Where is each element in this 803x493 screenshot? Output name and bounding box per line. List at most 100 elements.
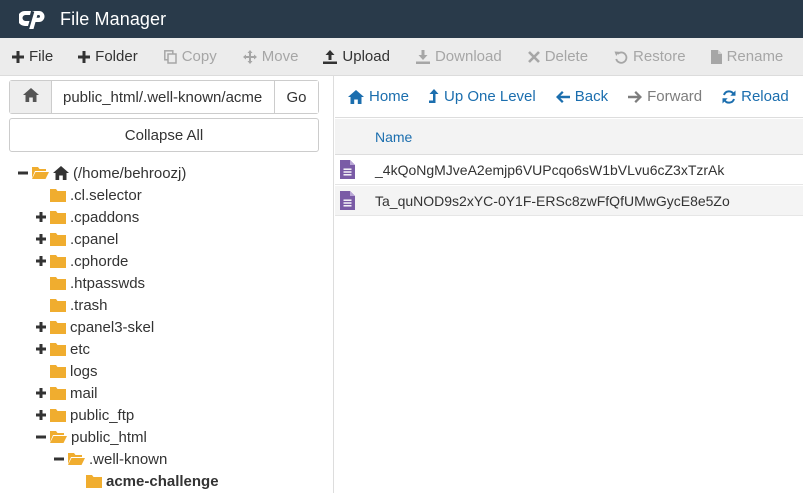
forward-button[interactable]: Forward xyxy=(628,88,702,105)
folder-icon xyxy=(50,232,66,246)
tree-item-root[interactable]: (/home/behroozj) xyxy=(17,162,186,184)
tree-item-cphorde[interactable]: .cphorde xyxy=(35,250,128,272)
download-label: Download xyxy=(434,48,502,65)
tree-item-label: (/home/behroozj) xyxy=(73,164,187,182)
file-text-icon xyxy=(340,191,355,215)
move-label: Move xyxy=(261,48,299,65)
rename-button[interactable]: Rename xyxy=(710,38,784,75)
copy-label: Copy xyxy=(181,48,217,65)
app-title: File Manager xyxy=(60,8,167,29)
upload-icon xyxy=(323,49,338,64)
folder-icon xyxy=(50,342,66,356)
delete-button[interactable]: Delete xyxy=(527,38,589,75)
folder-icon xyxy=(50,210,66,224)
copy-icon xyxy=(163,49,177,64)
tree-item-label: .well-known xyxy=(89,450,168,468)
tree-item-cpaddons[interactable]: .cpaddons xyxy=(35,206,139,228)
folder-icon xyxy=(50,364,66,378)
folder-icon xyxy=(86,474,102,488)
level-up-icon xyxy=(429,88,439,105)
tree-item-label: mail xyxy=(70,384,98,402)
tree-item-label: .htpasswds xyxy=(70,274,146,292)
download-button[interactable]: Download xyxy=(415,38,502,75)
move-arrows-icon xyxy=(242,49,257,64)
go-button[interactable]: Go xyxy=(274,81,318,113)
expand-plus-icon[interactable] xyxy=(35,234,47,244)
collapse-minus-icon[interactable] xyxy=(53,454,65,464)
tree-item-logs[interactable]: logs xyxy=(35,360,98,382)
home-icon xyxy=(22,87,39,107)
tree-item-label: logs xyxy=(70,362,98,380)
delete-label: Delete xyxy=(544,48,589,65)
tree-item-cl-selector[interactable]: .cl.selector xyxy=(35,184,142,206)
file-row[interactable]: Ta_quNOD9s2xYC-0Y1F-ERSc8zwFfQfUMwGycE8e… xyxy=(335,186,803,216)
tree-item-public-html[interactable]: public_html xyxy=(35,426,147,448)
file-name: _4kQoNgMJveA2emjp6VUPcqo6sW1bVLvu6cZ3xTz… xyxy=(375,162,725,178)
tree-item-label: cpanel3-skel xyxy=(70,318,155,336)
expand-plus-icon[interactable] xyxy=(35,410,47,420)
tree-item-etc[interactable]: etc xyxy=(35,338,90,360)
tree-item-acme-challenge[interactable]: acme-challenge xyxy=(71,470,219,492)
tree-item-mail[interactable]: mail xyxy=(35,382,98,404)
up-one-level-button[interactable]: Up One Level xyxy=(429,88,536,105)
tree-item-label: .cpanel xyxy=(70,230,119,248)
collapse-minus-icon[interactable] xyxy=(17,168,29,178)
expand-plus-icon[interactable] xyxy=(35,322,47,332)
arrow-left-icon xyxy=(555,90,570,103)
up-one-level-label: Up One Level xyxy=(444,88,536,105)
upload-button[interactable]: Upload xyxy=(323,38,390,75)
tree-item-label: etc xyxy=(70,340,91,358)
name-column-header[interactable]: Name xyxy=(375,129,412,145)
folder-icon xyxy=(50,320,66,334)
tree-item-well-known[interactable]: .well-known xyxy=(53,448,167,470)
back-button[interactable]: Back xyxy=(555,88,609,105)
collapse-minus-icon[interactable] xyxy=(35,432,47,442)
file-list-header: Name xyxy=(335,119,803,155)
collapse-all-button[interactable]: Collapse All xyxy=(9,118,319,152)
folder-open-icon xyxy=(32,166,49,180)
home-label: Home xyxy=(369,88,410,105)
path-input[interactable] xyxy=(52,81,274,113)
new-folder-label: Folder xyxy=(95,48,138,65)
home-icon xyxy=(53,166,69,180)
arrow-right-icon xyxy=(628,90,643,103)
tree-item-label: acme-challenge xyxy=(106,472,219,490)
folder-open-icon xyxy=(50,430,67,444)
move-button[interactable]: Move xyxy=(242,38,299,75)
expand-plus-icon[interactable] xyxy=(35,344,47,354)
tree-item-label: .cpaddons xyxy=(70,208,140,226)
tree-item-htpasswds[interactable]: .htpasswds xyxy=(35,272,145,294)
path-home-button[interactable] xyxy=(10,81,52,113)
file-text-icon xyxy=(340,160,355,184)
folder-icon xyxy=(50,298,66,312)
expand-plus-icon[interactable] xyxy=(35,388,47,398)
back-label: Back xyxy=(574,88,609,105)
tree-item-trash[interactable]: .trash xyxy=(35,294,108,316)
refresh-icon xyxy=(722,89,736,104)
folder-icon xyxy=(50,276,66,290)
close-x-icon xyxy=(527,50,540,63)
tree-item-public-ftp[interactable]: public_ftp xyxy=(35,404,134,426)
tree-item-cpanel3-skel[interactable]: cpanel3-skel xyxy=(35,316,154,338)
tree-item-cpanel[interactable]: .cpanel xyxy=(35,228,118,250)
restore-button[interactable]: Restore xyxy=(614,38,686,75)
forward-label: Forward xyxy=(647,88,703,105)
upload-label: Upload xyxy=(342,48,390,65)
new-file-label: File xyxy=(29,48,54,65)
reload-button[interactable]: Reload xyxy=(722,88,789,105)
folder-icon xyxy=(50,254,66,268)
restore-label: Restore xyxy=(633,48,686,65)
new-file-button[interactable]: File xyxy=(12,38,54,75)
copy-button[interactable]: Copy xyxy=(163,38,217,75)
title-bar: File Manager xyxy=(0,0,803,38)
navigation-bar: Home Up One Level Back Forward Reload xyxy=(335,76,803,118)
file-icon xyxy=(710,49,722,64)
cpanel-logo-icon xyxy=(19,8,49,30)
new-folder-button[interactable]: Folder xyxy=(78,38,138,75)
expand-plus-icon[interactable] xyxy=(35,212,47,222)
rename-label: Rename xyxy=(726,48,784,65)
file-row[interactable]: _4kQoNgMJveA2emjp6VUPcqo6sW1bVLvu6cZ3xTz… xyxy=(335,155,803,185)
home-button[interactable]: Home xyxy=(348,88,409,105)
expand-plus-icon[interactable] xyxy=(35,256,47,266)
file-name: Ta_quNOD9s2xYC-0Y1F-ERSc8zwFfQfUMwGycE8e… xyxy=(375,193,730,209)
